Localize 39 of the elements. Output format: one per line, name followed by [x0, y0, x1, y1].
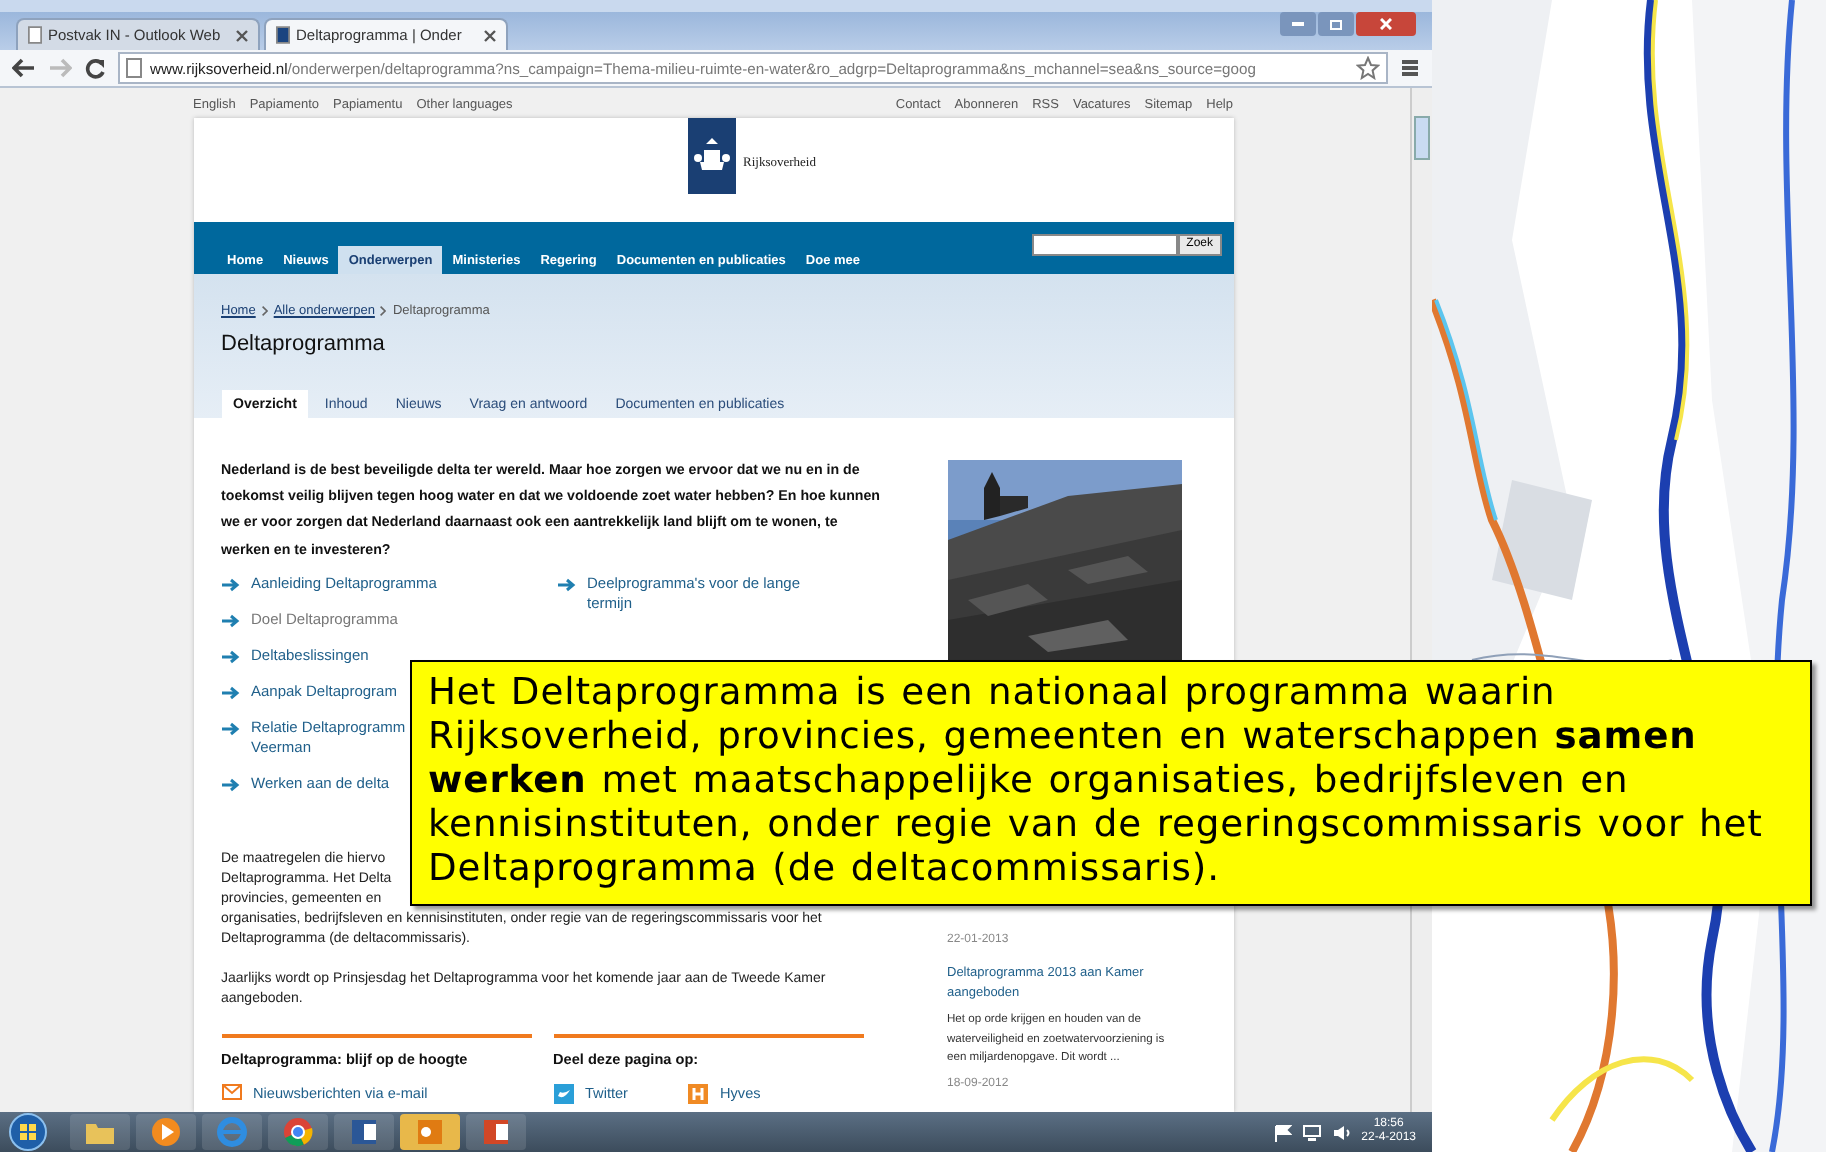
close-icon[interactable]	[484, 29, 496, 41]
arrow-icon	[557, 577, 575, 592]
callout-text: Het Deltaprogramma is een nationaal programma waarin Rijksoverheid, provincies, gemeenten en waterschappen samen werken met maatschappelijke organisaties, bedrijfsleven en kennisinstituten, onder regie van de regeringscommissaris voor het Deltaprogramma (de deltacommissaris).	[410, 660, 1812, 906]
speaker-icon[interactable]	[1331, 1123, 1352, 1141]
page-title: Deltaprogramma	[221, 332, 387, 356]
flag-icon[interactable]	[1273, 1123, 1292, 1141]
minimize-button[interactable]	[1280, 12, 1316, 36]
chrome-icon[interactable]	[268, 1114, 328, 1150]
crest-logo-icon[interactable]	[687, 118, 735, 194]
page-icon	[28, 26, 42, 44]
arrow-icon	[221, 685, 239, 700]
reload-icon[interactable]	[84, 57, 106, 79]
page-icon	[126, 58, 142, 78]
hyves-icon	[688, 1083, 708, 1104]
back-icon[interactable]	[12, 58, 36, 78]
document-icon[interactable]	[334, 1114, 394, 1150]
restore-icon[interactable]	[1330, 19, 1342, 29]
document-icon[interactable]	[400, 1114, 460, 1150]
arrow-icon	[221, 613, 239, 628]
arrow-icon	[221, 721, 239, 736]
star-icon[interactable]	[1356, 56, 1380, 80]
chevron-icon	[261, 306, 268, 316]
bookmark-icon	[276, 26, 290, 44]
start-button[interactable]	[8, 1112, 48, 1152]
restore-button[interactable]	[1318, 12, 1354, 36]
close-icon[interactable]	[236, 29, 248, 41]
folder-icon[interactable]	[70, 1114, 130, 1150]
network-icon[interactable]	[1301, 1123, 1322, 1141]
play-icon[interactable]	[136, 1114, 196, 1150]
document-icon[interactable]	[466, 1114, 526, 1150]
arrow-icon	[221, 577, 239, 592]
bird-icon	[553, 1083, 573, 1104]
close-button[interactable]	[1356, 12, 1416, 36]
search-field[interactable]	[1032, 233, 1179, 255]
arrow-icon	[221, 649, 239, 664]
arrow-icon	[221, 777, 239, 792]
chevron-icon	[380, 306, 387, 316]
menu-icon[interactable]	[1400, 58, 1420, 78]
envelope-icon	[221, 1084, 241, 1101]
